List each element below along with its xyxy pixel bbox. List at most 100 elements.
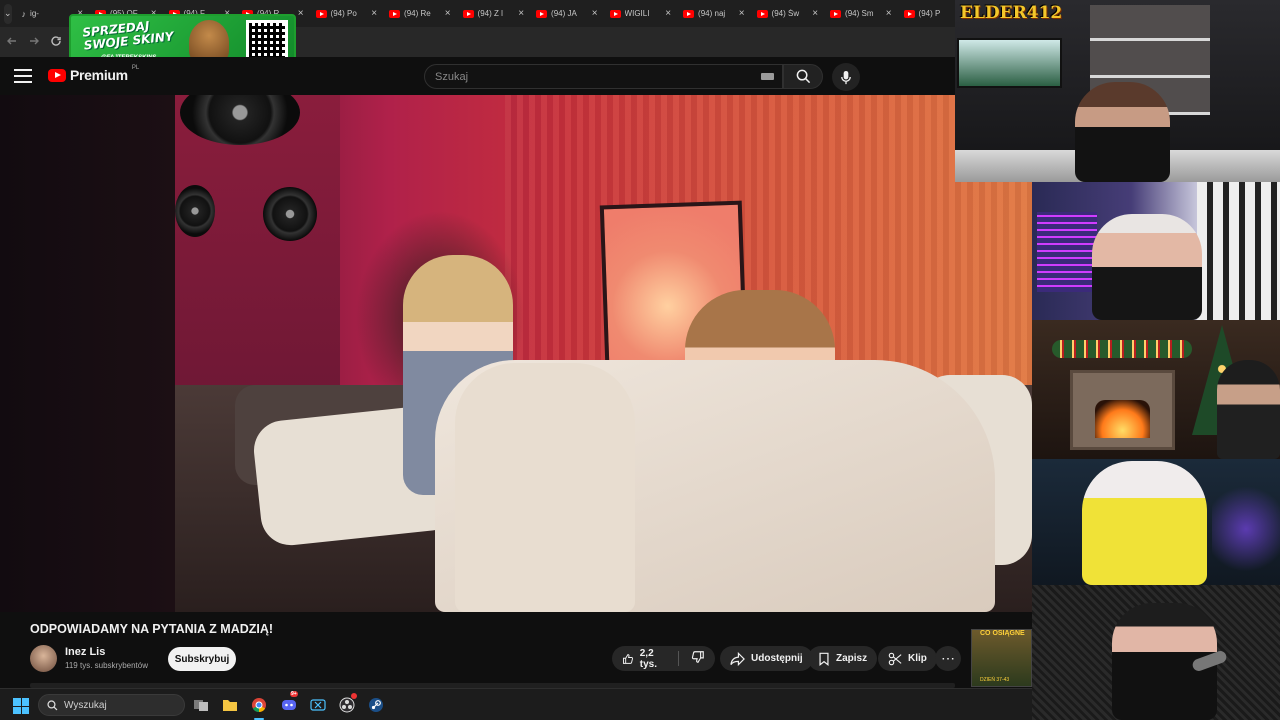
discord-badge: 9+ xyxy=(290,691,298,697)
youtube-favicon-icon xyxy=(830,9,842,18)
keyboard-icon[interactable] xyxy=(761,73,774,80)
browser-tab[interactable]: (94) Z l × xyxy=(457,0,531,27)
tab-close-icon[interactable]: × xyxy=(665,8,671,19)
tab-close-icon[interactable]: × xyxy=(812,8,818,19)
more-actions-button[interactable]: ⋯ xyxy=(935,646,961,671)
tiktok-favicon-icon: ♪ xyxy=(21,8,27,19)
share-label: Udostępnij xyxy=(751,653,803,664)
xbox-app-icon[interactable] xyxy=(308,695,328,715)
save-label: Zapisz xyxy=(836,653,868,664)
bookmark-icon xyxy=(819,652,829,666)
discord-icon[interactable]: 9+ xyxy=(279,691,299,715)
tab-close-icon[interactable]: × xyxy=(445,8,451,19)
youtube-favicon-icon xyxy=(536,9,548,18)
speaker-image xyxy=(175,185,215,237)
share-button[interactable]: Udostępnij xyxy=(720,646,813,671)
dislike-button[interactable] xyxy=(691,650,705,667)
browser-tab[interactable]: (94) Po × xyxy=(310,0,384,27)
windows-start-icon[interactable] xyxy=(13,698,29,714)
microphone-icon xyxy=(841,70,851,84)
tab-title: WIGILI xyxy=(624,9,650,18)
forward-arrow-icon[interactable] xyxy=(28,35,40,50)
tab-title: (94) P xyxy=(918,9,941,18)
browser-tab[interactable]: (94) JA × xyxy=(530,0,604,27)
tab-title: (94) Sm xyxy=(845,9,874,18)
background-glow xyxy=(1212,479,1280,579)
tab-title: (94) Po xyxy=(330,9,357,18)
webcam-4 xyxy=(1032,459,1280,585)
windows-taskbar: Wyszukaj 9+ xyxy=(0,688,1032,720)
elder-logo: ELDER412 xyxy=(960,3,1063,23)
video-player[interactable] xyxy=(175,95,1032,612)
qr-code-image xyxy=(246,20,288,62)
youtube-favicon-icon xyxy=(756,9,768,18)
youtube-header: Premium PL Szukaj xyxy=(0,57,955,95)
clip-button[interactable]: Klip xyxy=(878,646,937,671)
youtube-premium-logo[interactable]: Premium PL xyxy=(48,65,140,83)
wall-stripes xyxy=(1197,182,1280,320)
tab-close-icon[interactable]: × xyxy=(371,8,377,19)
fire-image xyxy=(1095,400,1150,438)
tab-close-icon[interactable]: × xyxy=(886,8,892,19)
video-title: ODPOWIADAMY NA PYTANIA Z MADZIĄ! xyxy=(30,622,274,636)
tab-title: (94) Św xyxy=(771,9,800,18)
taskbar-search-placeholder: Wyszukaj xyxy=(64,699,107,711)
like-count: 2,2 tys. xyxy=(639,647,657,670)
webcam-elder: ELDER412 xyxy=(955,0,1280,182)
search-icon xyxy=(47,699,58,710)
sponsor-headline: SPRZEDAJ SWOJE SKINY xyxy=(81,18,175,53)
search-button[interactable] xyxy=(783,64,823,89)
subscriber-count: 119 tys. subskrybentów xyxy=(65,661,149,670)
youtube-favicon-icon xyxy=(609,9,621,18)
browser-tab[interactable]: (94) Św × xyxy=(751,0,825,27)
video-letterbox xyxy=(0,95,175,612)
share-arrow-icon xyxy=(730,651,745,666)
save-button[interactable]: Zapisz xyxy=(808,646,878,671)
pc-case-image xyxy=(1037,212,1097,292)
youtube-favicon-icon xyxy=(315,9,327,18)
browser-tab[interactable]: (94) naj × xyxy=(677,0,751,27)
like-button[interactable]: 2,2 tys. xyxy=(622,648,668,670)
tab-title: (94) naj xyxy=(698,9,726,18)
tab-close-icon[interactable]: × xyxy=(518,8,524,19)
achievement-widget: CO OSIĄGNE DZIEŃ 37-43 xyxy=(971,629,1032,687)
speaker-image xyxy=(263,187,317,241)
chrome-icon[interactable] xyxy=(249,695,269,715)
steam-icon[interactable] xyxy=(366,695,386,715)
logo-region: PL xyxy=(131,65,140,71)
subscribe-button[interactable]: Subskrybuj xyxy=(168,647,236,671)
browser-tab[interactable]: (94) Re × xyxy=(383,0,457,27)
webcam-2 xyxy=(1032,182,1280,320)
back-arrow-icon[interactable] xyxy=(6,35,18,50)
tab-close-icon[interactable]: × xyxy=(298,8,304,19)
browser-tab[interactable]: (94) Sm × xyxy=(824,0,898,27)
youtube-play-icon xyxy=(48,68,66,82)
taskbar-search-input[interactable]: Wyszukaj xyxy=(38,694,185,716)
search-input[interactable]: Szukaj xyxy=(424,64,783,89)
garland-image xyxy=(1052,340,1192,358)
task-view-icon[interactable] xyxy=(191,695,211,715)
tab-title: ig- xyxy=(30,9,39,18)
channel-avatar[interactable] xyxy=(30,645,57,672)
thumbs-down-icon xyxy=(691,651,704,663)
menu-hamburger-icon[interactable] xyxy=(14,69,32,83)
webcam-5 xyxy=(1032,585,1280,720)
widget-title: CO OSIĄGNE xyxy=(980,630,1025,637)
tab-close-icon[interactable]: × xyxy=(592,8,598,19)
tab-title: (94) Z l xyxy=(477,9,503,18)
file-explorer-icon[interactable] xyxy=(220,695,240,715)
reload-icon[interactable] xyxy=(50,35,62,50)
streamer-image xyxy=(1092,214,1202,320)
youtube-favicon-icon xyxy=(903,9,915,18)
tab-close-icon[interactable]: × xyxy=(739,8,745,19)
obs-icon[interactable] xyxy=(337,693,357,715)
like-dislike-group: 2,2 tys. xyxy=(612,646,715,671)
youtube-favicon-icon xyxy=(389,9,401,18)
channel-name[interactable]: Inez Lis xyxy=(65,646,105,658)
voice-search-button[interactable] xyxy=(832,63,860,91)
tab-search-menu-icon[interactable]: ⌄ xyxy=(4,3,12,24)
streamer-image xyxy=(1217,360,1280,459)
blanket xyxy=(455,363,635,612)
browser-tab[interactable]: WIGILI × xyxy=(604,0,678,27)
streamer-image xyxy=(1082,461,1207,585)
